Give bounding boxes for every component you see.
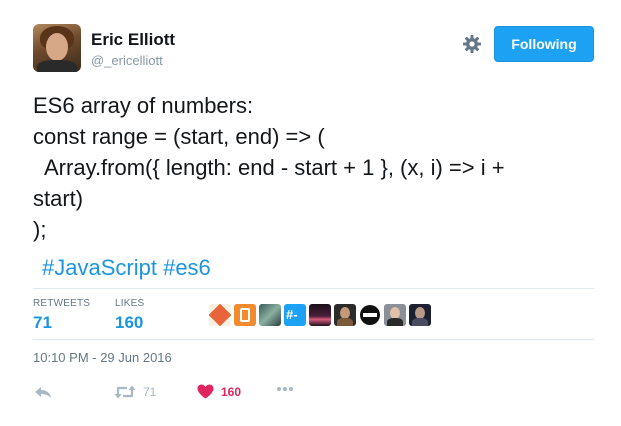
more-icon — [277, 387, 293, 391]
likes-label: LIKES — [115, 298, 145, 309]
reply-icon — [35, 387, 51, 398]
liker-avatar[interactable] — [409, 304, 431, 326]
tweet-timestamp[interactable]: 10:10 PM - 29 Jun 2016 — [33, 350, 172, 365]
hashtag-link[interactable]: #es6 — [163, 255, 211, 280]
more-button[interactable] — [276, 386, 294, 392]
tweet-text-line: Array.from({ length: end - start + 1 }, … — [33, 155, 505, 180]
liker-avatar[interactable] — [209, 304, 231, 326]
heart-icon — [197, 384, 214, 399]
gear-icon[interactable] — [462, 34, 482, 54]
divider — [33, 288, 594, 289]
tweet-text-line: ES6 array of numbers: — [33, 93, 254, 118]
retweet-count: 71 — [143, 385, 157, 399]
user-name[interactable]: Eric Elliott — [91, 30, 175, 50]
user-handle[interactable]: @_ericelliott — [91, 53, 163, 68]
like-button[interactable]: 160 — [197, 384, 241, 399]
retweets-label: RETWEETS — [33, 298, 91, 309]
hashtags: #JavaScript #es6 — [42, 252, 211, 283]
liker-avatars: #- — [209, 304, 431, 326]
divider — [33, 339, 594, 340]
reply-button[interactable] — [34, 384, 52, 400]
retweets-count[interactable]: 71 — [33, 313, 52, 333]
avatar[interactable] — [33, 24, 81, 72]
liker-avatar[interactable] — [259, 304, 281, 326]
likes-count[interactable]: 160 — [115, 313, 143, 333]
liker-avatar[interactable] — [359, 304, 381, 326]
liker-avatar[interactable] — [309, 304, 331, 326]
tweet-text: ES6 array of numbers: const range = (sta… — [33, 90, 603, 245]
liker-avatar[interactable] — [384, 304, 406, 326]
liker-avatar[interactable] — [334, 304, 356, 326]
liker-avatar[interactable]: #- — [284, 304, 306, 326]
tweet-text-line: ); — [33, 217, 47, 242]
tweet-text-line: start) — [33, 186, 84, 211]
retweet-icon — [114, 385, 136, 399]
following-button[interactable]: Following — [494, 26, 594, 62]
like-count: 160 — [221, 384, 242, 399]
tweet-text-line: const range = (start, end) => ( — [33, 124, 325, 149]
retweet-button[interactable]: 71 — [114, 384, 156, 400]
hashtag-link[interactable]: #JavaScript — [42, 255, 157, 280]
liker-avatar[interactable] — [234, 304, 256, 326]
tweet-card: Eric Elliott @_ericelliott Following ES6… — [0, 0, 621, 426]
